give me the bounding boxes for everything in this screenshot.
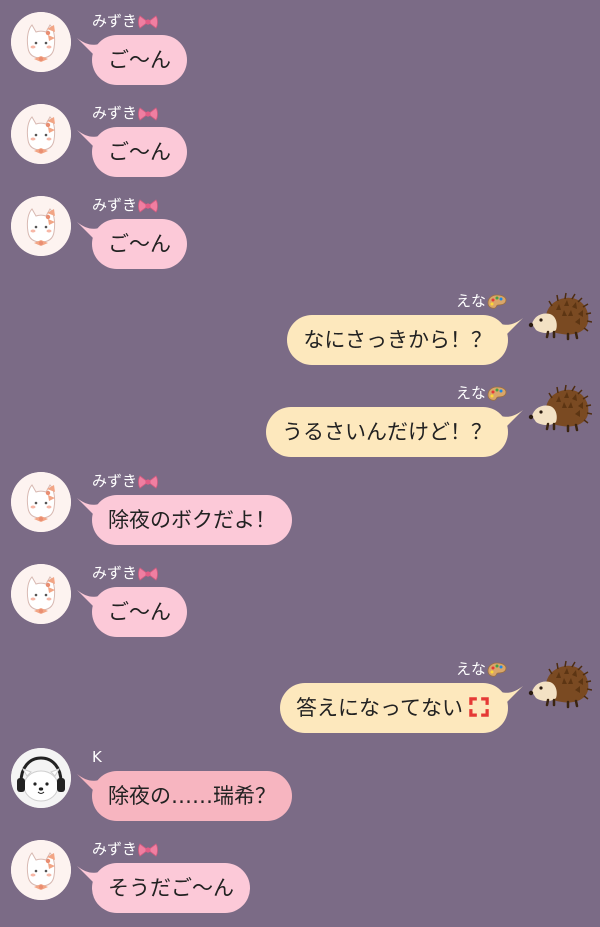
sender-name: みずき — [92, 12, 159, 31]
avatar-mizuki[interactable] — [11, 564, 71, 624]
ribbon-icon — [137, 841, 159, 859]
palette-icon — [486, 293, 508, 311]
ribbon-icon — [137, 197, 159, 215]
avatar-ena[interactable] — [528, 384, 592, 434]
ribbon-icon — [137, 13, 159, 31]
sender-name: みずき — [92, 564, 159, 583]
sender-name: えな — [456, 660, 508, 679]
message-bubble[interactable]: 除夜のボクだよ！ — [92, 495, 292, 545]
sender-name: K — [92, 748, 102, 766]
ribbon-icon — [137, 565, 159, 583]
palette-icon — [486, 385, 508, 403]
message-bubble[interactable]: ご〜ん — [92, 127, 187, 177]
avatar-k[interactable] — [11, 748, 71, 808]
avatar-mizuki[interactable] — [11, 196, 71, 256]
avatar-ena[interactable] — [528, 660, 592, 710]
message-bubble[interactable]: 除夜の……瑞希？ — [92, 771, 292, 821]
avatar-mizuki[interactable] — [11, 472, 71, 532]
message-bubble[interactable]: そうだご〜ん — [92, 863, 250, 913]
message-bubble[interactable]: 答えになってない — [280, 683, 508, 733]
message-bubble[interactable]: うるさいんだけど！？ — [266, 407, 508, 457]
anger-icon — [466, 694, 492, 720]
message-bubble[interactable]: ご〜ん — [92, 219, 187, 269]
message-bubble[interactable]: ご〜ん — [92, 587, 187, 637]
sender-name: えな — [456, 292, 508, 311]
sender-name: みずき — [92, 104, 159, 123]
palette-icon — [486, 661, 508, 679]
message-bubble[interactable]: ご〜ん — [92, 35, 187, 85]
sender-name: みずき — [92, 840, 159, 859]
avatar-mizuki[interactable] — [11, 840, 71, 900]
avatar-mizuki[interactable] — [11, 12, 71, 72]
ribbon-icon — [137, 473, 159, 491]
sender-name: みずき — [92, 196, 159, 215]
avatar-ena[interactable] — [528, 292, 592, 342]
message-text: 答えになってない — [296, 696, 463, 720]
message-bubble[interactable]: なにさっきから！？ — [287, 315, 508, 365]
sender-name: えな — [456, 384, 508, 403]
avatar-mizuki[interactable] — [11, 104, 71, 164]
ribbon-icon — [137, 105, 159, 123]
sender-name: みずき — [92, 472, 159, 491]
